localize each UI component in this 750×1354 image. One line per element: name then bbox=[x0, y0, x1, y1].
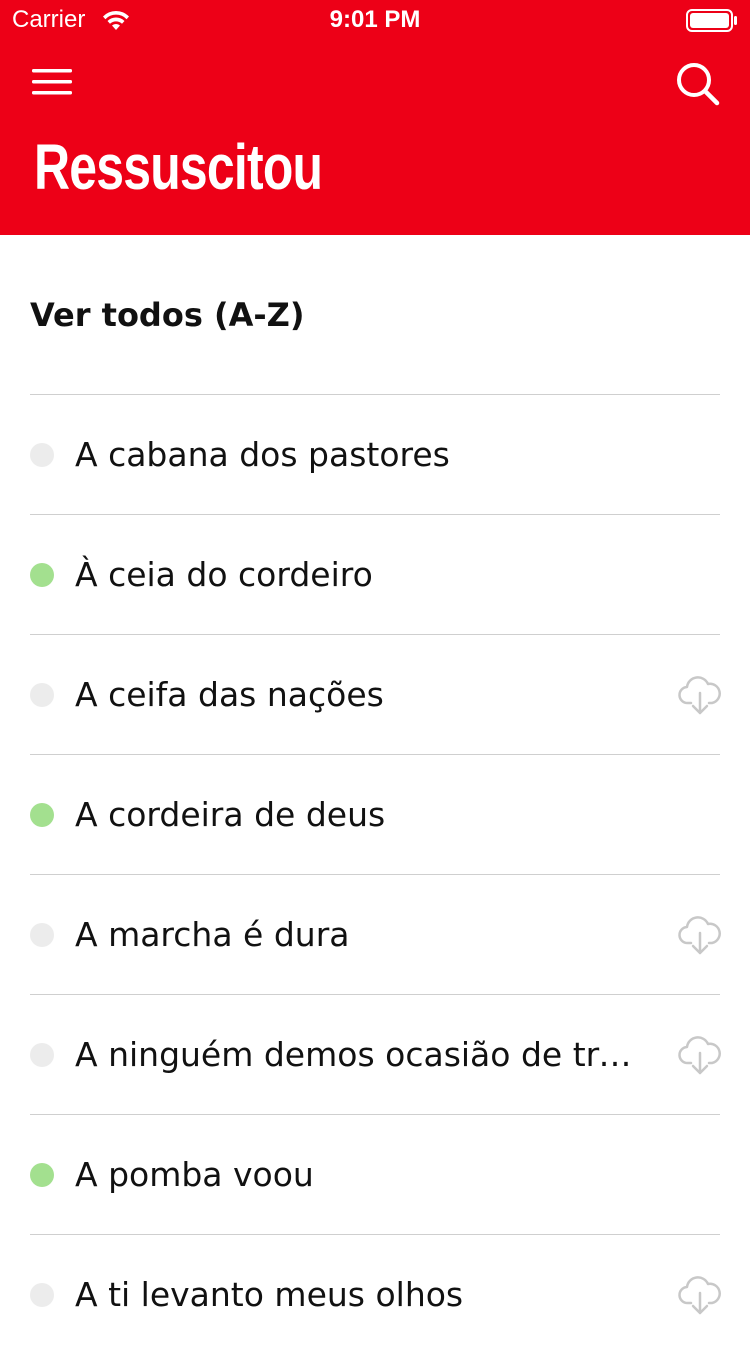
list-item[interactable]: A pomba voou bbox=[30, 1114, 720, 1234]
cloud-download-icon[interactable] bbox=[678, 1033, 722, 1077]
cloud-download-icon[interactable] bbox=[678, 1273, 722, 1317]
list-item[interactable]: A marcha é dura bbox=[30, 874, 722, 994]
status-bar: Carrier 9:01 PM bbox=[0, 0, 750, 40]
hamburger-menu-icon[interactable] bbox=[28, 62, 76, 102]
status-dot bbox=[30, 803, 54, 827]
status-dot bbox=[30, 683, 54, 707]
song-title: A ceifa das nações bbox=[75, 675, 384, 714]
search-icon[interactable] bbox=[672, 58, 724, 110]
song-title: A pomba voou bbox=[75, 1155, 314, 1194]
list-item[interactable]: À ceia do cordeiro bbox=[30, 514, 720, 634]
song-title: A marcha é dura bbox=[75, 915, 350, 954]
status-dot bbox=[30, 923, 54, 947]
status-dot bbox=[30, 1283, 54, 1307]
clock: 9:01 PM bbox=[329, 6, 421, 33]
song-title: A ti levanto meus olhos bbox=[75, 1275, 464, 1314]
list-item[interactable]: A ceifa das nações bbox=[30, 634, 722, 754]
status-dot bbox=[30, 1043, 54, 1067]
song-title: A cabana dos pastores bbox=[75, 435, 450, 474]
song-title: A cordeira de deus bbox=[75, 795, 386, 834]
status-dot bbox=[30, 443, 54, 467]
app-title: Ressuscitou bbox=[34, 131, 323, 203]
song-list: A cabana dos pastores À ceia do cordeiro A… bbox=[30, 394, 722, 1354]
list-item[interactable]: A ninguém demos ocasião de tropeço bbox=[30, 994, 722, 1114]
status-dot bbox=[30, 1163, 54, 1187]
status-dot bbox=[30, 563, 54, 587]
list-item[interactable]: A cordeira de deus bbox=[30, 754, 720, 874]
cloud-download-icon[interactable] bbox=[678, 913, 722, 957]
section-title: Ver todos (A-Z) bbox=[30, 296, 305, 334]
app-header: Carrier 9:01 PM Ressuscitou bbox=[0, 0, 750, 235]
song-title: À ceia do cordeiro bbox=[75, 555, 373, 594]
list-item[interactable]: A ti levanto meus olhos bbox=[30, 1234, 722, 1354]
cloud-download-icon[interactable] bbox=[678, 673, 722, 717]
song-title: A ninguém demos ocasião de tropeço bbox=[75, 1035, 650, 1074]
list-item[interactable]: A cabana dos pastores bbox=[30, 394, 720, 514]
battery-icon bbox=[686, 9, 737, 32]
